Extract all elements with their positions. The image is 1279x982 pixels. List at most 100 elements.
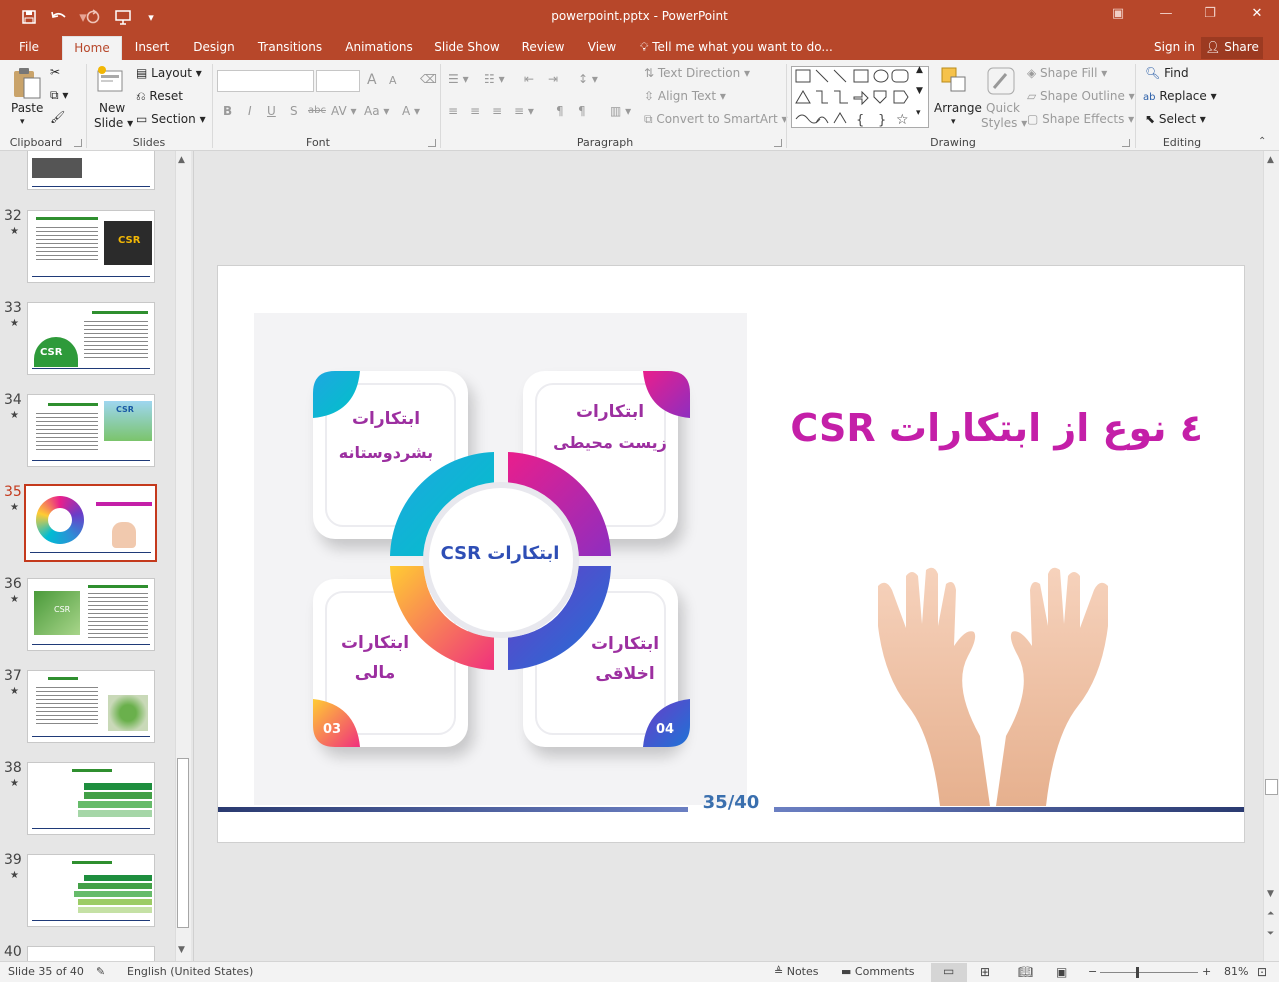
decrease-indent-icon[interactable]: ⇤ <box>524 72 534 86</box>
paste-dropdown-icon[interactable]: ▾ <box>20 117 25 127</box>
clear-format-icon[interactable]: ⌫ <box>420 72 437 86</box>
italic-button[interactable]: I <box>248 104 252 118</box>
arrange-button[interactable]: Arrange <box>934 101 982 115</box>
shrink-font-icon[interactable]: A <box>389 74 397 87</box>
slide-thumbnail-34[interactable]: CSR <box>27 394 155 467</box>
drawing-launcher-icon[interactable] <box>1122 139 1130 147</box>
quick-styles-button[interactable]: Styles ▾ <box>981 116 1027 130</box>
slide-thumbnail-32[interactable]: CSR <box>27 210 155 283</box>
text-direction-button[interactable]: ⇅ Text Direction ▾ <box>644 66 750 80</box>
slideshow-view-icon[interactable]: ▣ <box>1056 965 1067 979</box>
slide-scroll-thumb[interactable] <box>1265 779 1278 795</box>
bullets-icon[interactable]: ☰ ▾ <box>448 72 469 86</box>
new-slide-button[interactable]: Slide ▾ <box>94 116 133 130</box>
share-button[interactable]: 👤︎ Share <box>1201 37 1263 59</box>
zoom-slider-track[interactable] <box>1100 972 1198 973</box>
notes-button[interactable]: ≜ Notes <box>774 965 819 978</box>
grow-font-icon[interactable]: A <box>367 72 377 88</box>
clipboard-launcher-icon[interactable] <box>74 139 82 147</box>
convert-smartart-button[interactable]: ⧉ Convert to SmartArt ▾ <box>644 112 788 127</box>
language-status[interactable]: English (United States) <box>127 965 253 978</box>
layout-button[interactable]: ▤ Layout ▾ <box>136 66 202 80</box>
comments-button[interactable]: ▬ Comments <box>841 965 915 978</box>
rtl-icon[interactable]: ¶ <box>578 104 586 118</box>
sign-in-link[interactable]: Sign in <box>1154 36 1195 58</box>
slide-thumbnail-33[interactable]: CSR <box>27 302 155 375</box>
new-slide-label-1[interactable]: New <box>99 101 125 115</box>
line-spacing-icon[interactable]: ↕ ▾ <box>578 72 598 86</box>
tab-design[interactable]: Design <box>188 36 240 60</box>
tab-home[interactable]: Home <box>62 36 122 60</box>
shape-effects-button[interactable]: ▢ Shape Effects ▾ <box>1027 112 1134 126</box>
slide-sorter-icon[interactable]: ⊞ <box>980 965 990 979</box>
justify-icon[interactable]: ≡ ▾ <box>514 104 534 118</box>
align-text-button[interactable]: ⇳ Align Text ▾ <box>644 89 726 103</box>
next-slide-icon[interactable]: ⏷ <box>1267 929 1274 939</box>
bold-button[interactable]: B <box>223 104 232 118</box>
columns-icon[interactable]: ▥ ▾ <box>610 104 631 118</box>
slide-canvas[interactable]: ابتکارات CSR ابتکارات بشردوستانه ابتکارا… <box>217 265 1245 843</box>
paste-button[interactable]: Paste <box>11 101 43 115</box>
shadow-button[interactable]: S <box>290 104 298 118</box>
tab-insert[interactable]: Insert <box>128 36 176 60</box>
tab-slide-show[interactable]: Slide Show <box>430 36 504 60</box>
close-icon[interactable]: ✕ <box>1240 6 1274 26</box>
quick-styles-icon[interactable] <box>986 66 1016 99</box>
shape-fill-button[interactable]: ◈ Shape Fill ▾ <box>1027 66 1107 80</box>
ltr-icon[interactable]: ¶ <box>556 104 564 118</box>
paste-icon[interactable] <box>10 66 42 103</box>
slide-thumbnail-40[interactable] <box>27 946 155 961</box>
slide-title[interactable]: ٤ نوع از ابتکارات CSR <box>778 406 1203 450</box>
zoom-in-icon[interactable]: + <box>1202 965 1211 978</box>
minimize-icon[interactable]: — <box>1149 6 1183 26</box>
align-right-icon[interactable]: ≡ <box>492 104 502 118</box>
strikethrough-button[interactable]: abc <box>308 105 326 116</box>
align-center-icon[interactable]: ≡ <box>470 104 480 118</box>
quick-styles-label-1[interactable]: Quick <box>986 101 1020 115</box>
zoom-slider-thumb[interactable] <box>1136 967 1139 978</box>
scroll-up-icon[interactable]: ▲ <box>178 155 185 165</box>
normal-view-button[interactable]: ▭ <box>931 963 967 982</box>
section-button[interactable]: ▭ Section ▾ <box>136 112 206 126</box>
restore-icon[interactable]: ❐ <box>1193 6 1227 26</box>
slide-scrollbar[interactable]: ▲ ▼ ⏶ ⏷ <box>1263 151 1279 961</box>
tab-file[interactable]: File <box>10 36 48 60</box>
gallery-down-icon[interactable]: ▼ <box>916 86 923 96</box>
slide-thumbnail-36[interactable]: CSR <box>27 578 155 651</box>
shapes-gallery[interactable]: { } ☆ <box>791 66 929 128</box>
slide-thumbnail-38[interactable] <box>27 762 155 835</box>
slide-thumbnail-31[interactable] <box>27 151 155 190</box>
previous-slide-icon[interactable]: ⏶ <box>1267 909 1274 919</box>
font-size-combo[interactable] <box>316 70 360 92</box>
scroll-up-icon[interactable]: ▲ <box>1267 155 1274 165</box>
slide-thumbnail-35[interactable] <box>24 484 157 562</box>
tab-transitions[interactable]: Transitions <box>252 36 328 60</box>
change-case-button[interactable]: Aa ▾ <box>364 104 389 118</box>
center-label[interactable]: ابتکارات CSR <box>430 543 570 564</box>
collapse-ribbon-icon[interactable]: ⌃ <box>1258 136 1266 147</box>
arrange-dropdown-icon[interactable]: ▾ <box>951 117 956 127</box>
zoom-level[interactable]: 81% <box>1224 965 1248 978</box>
tab-animations[interactable]: Animations <box>340 36 418 60</box>
tab-review[interactable]: Review <box>516 36 570 60</box>
fit-to-window-icon[interactable]: ⊡ <box>1257 965 1267 979</box>
thumbnail-scroll-thumb[interactable] <box>177 758 189 928</box>
thumbnail-scrollbar[interactable]: ▲ ▼ <box>175 151 191 961</box>
spellcheck-icon[interactable]: ✎ <box>96 965 105 978</box>
reset-button[interactable]: ⎌ Reset <box>136 89 183 104</box>
cut-icon[interactable]: ✂ <box>50 65 60 79</box>
shape-outline-button[interactable]: ▱ Shape Outline ▾ <box>1027 89 1135 103</box>
underline-button[interactable]: U <box>267 104 276 118</box>
font-launcher-icon[interactable] <box>428 139 436 147</box>
replace-button[interactable]: ab Replace ▾ <box>1143 89 1217 103</box>
tell-me-box[interactable]: 💡︎ Tell me what you want to do... <box>640 36 833 58</box>
numbering-icon[interactable]: ☷ ▾ <box>484 72 505 86</box>
font-name-combo[interactable] <box>217 70 313 92</box>
slide-thumbnail-39[interactable] <box>27 854 155 927</box>
select-button[interactable]: ⬉ Select ▾ <box>1145 112 1206 126</box>
format-painter-icon[interactable]: 🖌︎ <box>50 110 65 124</box>
gallery-more-icon[interactable]: ▾ <box>916 108 921 118</box>
new-slide-icon[interactable] <box>96 65 126 98</box>
paragraph-launcher-icon[interactable] <box>774 139 782 147</box>
char-spacing-button[interactable]: AV ▾ <box>331 104 357 118</box>
